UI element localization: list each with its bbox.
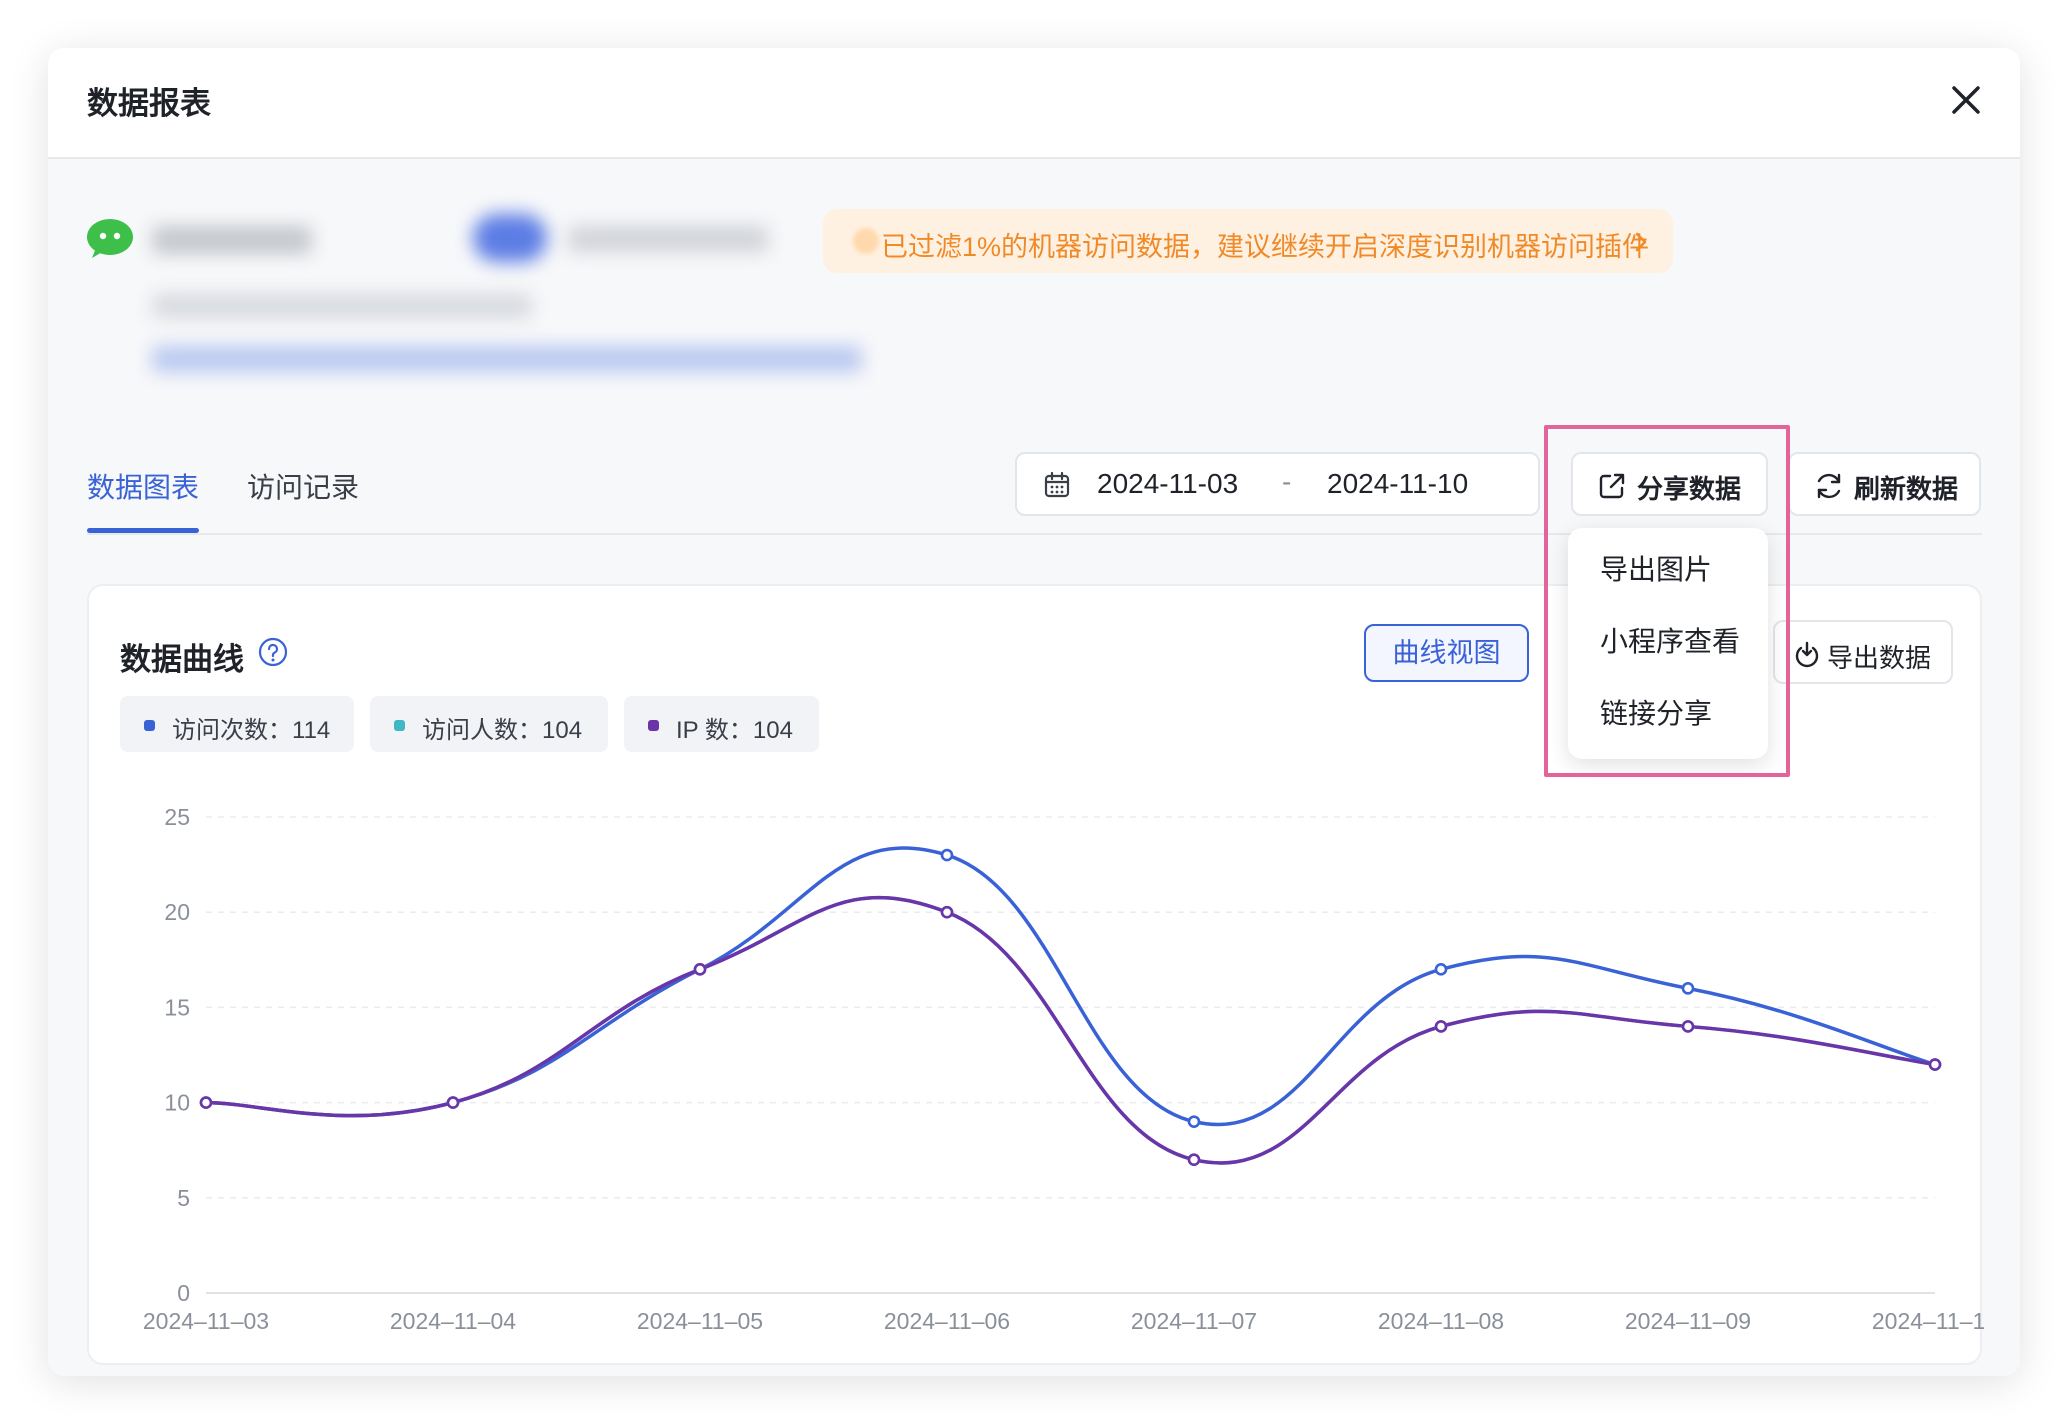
series-line	[205, 895, 1936, 1165]
data-point	[1681, 1020, 1695, 1033]
date-separator: -	[1282, 466, 1292, 497]
data-point	[693, 963, 707, 976]
x-tick-label: 2024–11–06	[884, 1308, 1010, 1334]
x-tick-label: 2024–11–09	[1625, 1308, 1751, 1334]
refresh-icon	[1817, 473, 1841, 499]
tab-visit-records[interactable]: 访问记录	[247, 466, 359, 506]
blurred-toggle	[473, 214, 547, 262]
blurred-link	[152, 346, 862, 372]
y-tick-label: 0	[177, 1280, 190, 1306]
notice-text: 已过滤1%的机器访问数据，建议继续开启深度识别机器访问插件	[881, 232, 1650, 262]
filter-notice[interactable]: 已过滤1%的机器访问数据，建议继续开启深度识别机器访问插件	[823, 209, 1673, 273]
refresh-data-button[interactable]: 刷新数据	[1788, 452, 1981, 516]
y-tick-label: 5	[177, 1185, 190, 1211]
data-point	[1187, 1115, 1201, 1128]
share-icon	[1599, 473, 1625, 499]
blurred-id	[152, 294, 532, 318]
x-tick-label: 2024–11–07	[1131, 1308, 1257, 1334]
refresh-data-label: 刷新数据	[1854, 474, 1959, 504]
x-tick-label: 2024–11–08	[1378, 1308, 1504, 1334]
wechat-icon	[87, 219, 133, 258]
x-tick-label: 2024–11–03	[143, 1308, 269, 1334]
close-icon	[1952, 86, 1980, 114]
date-start[interactable]: 2024-11-03	[1097, 468, 1238, 500]
data-point	[1187, 1153, 1201, 1167]
date-range-picker[interactable]: 2024-11-03 - 2024-11-10	[1015, 452, 1540, 516]
tab-active-indicator	[87, 528, 199, 533]
calendar-icon	[1044, 471, 1070, 498]
share-dropdown-menu: 导出图片 小程序查看 链接分享	[1568, 528, 1768, 759]
data-point	[1434, 963, 1448, 976]
y-tick-label: 15	[164, 994, 190, 1020]
notice-icon	[853, 228, 879, 254]
x-tick-label: 2024–11–04	[390, 1308, 516, 1334]
data-point	[1434, 1020, 1448, 1033]
x-tick-label: 2024–11–05	[637, 1308, 763, 1334]
x-tick-label: 2024–11–10	[1872, 1308, 1984, 1334]
modal-header: 数据报表	[48, 48, 2020, 159]
chevron-right-icon	[1635, 232, 1647, 252]
menu-item-link-share[interactable]: 链接分享	[1600, 692, 1712, 732]
menu-item-export-image[interactable]: 导出图片	[1600, 548, 1712, 588]
menu-item-miniprogram-view[interactable]: 小程序查看	[1600, 620, 1740, 660]
y-tick-label: 10	[164, 1090, 190, 1116]
data-point	[1681, 982, 1695, 995]
data-point	[940, 905, 954, 919]
data-point	[1928, 1058, 1942, 1071]
data-point	[446, 1096, 460, 1109]
y-tick-label: 25	[164, 804, 190, 830]
tab-data-chart[interactable]: 数据图表	[87, 466, 199, 506]
series-line	[205, 895, 1936, 1165]
y-tick-label: 20	[164, 899, 190, 925]
series-line	[205, 846, 1936, 1127]
share-data-button[interactable]: 分享数据	[1571, 452, 1768, 516]
share-data-label: 分享数据	[1637, 474, 1742, 504]
close-button[interactable]	[1942, 76, 1990, 124]
blurred-name	[152, 226, 312, 254]
data-point	[199, 1096, 213, 1109]
modal-title: 数据报表	[87, 86, 211, 121]
date-end[interactable]: 2024-11-10	[1327, 468, 1468, 500]
blurred-status	[568, 226, 768, 252]
data-point	[940, 848, 954, 862]
